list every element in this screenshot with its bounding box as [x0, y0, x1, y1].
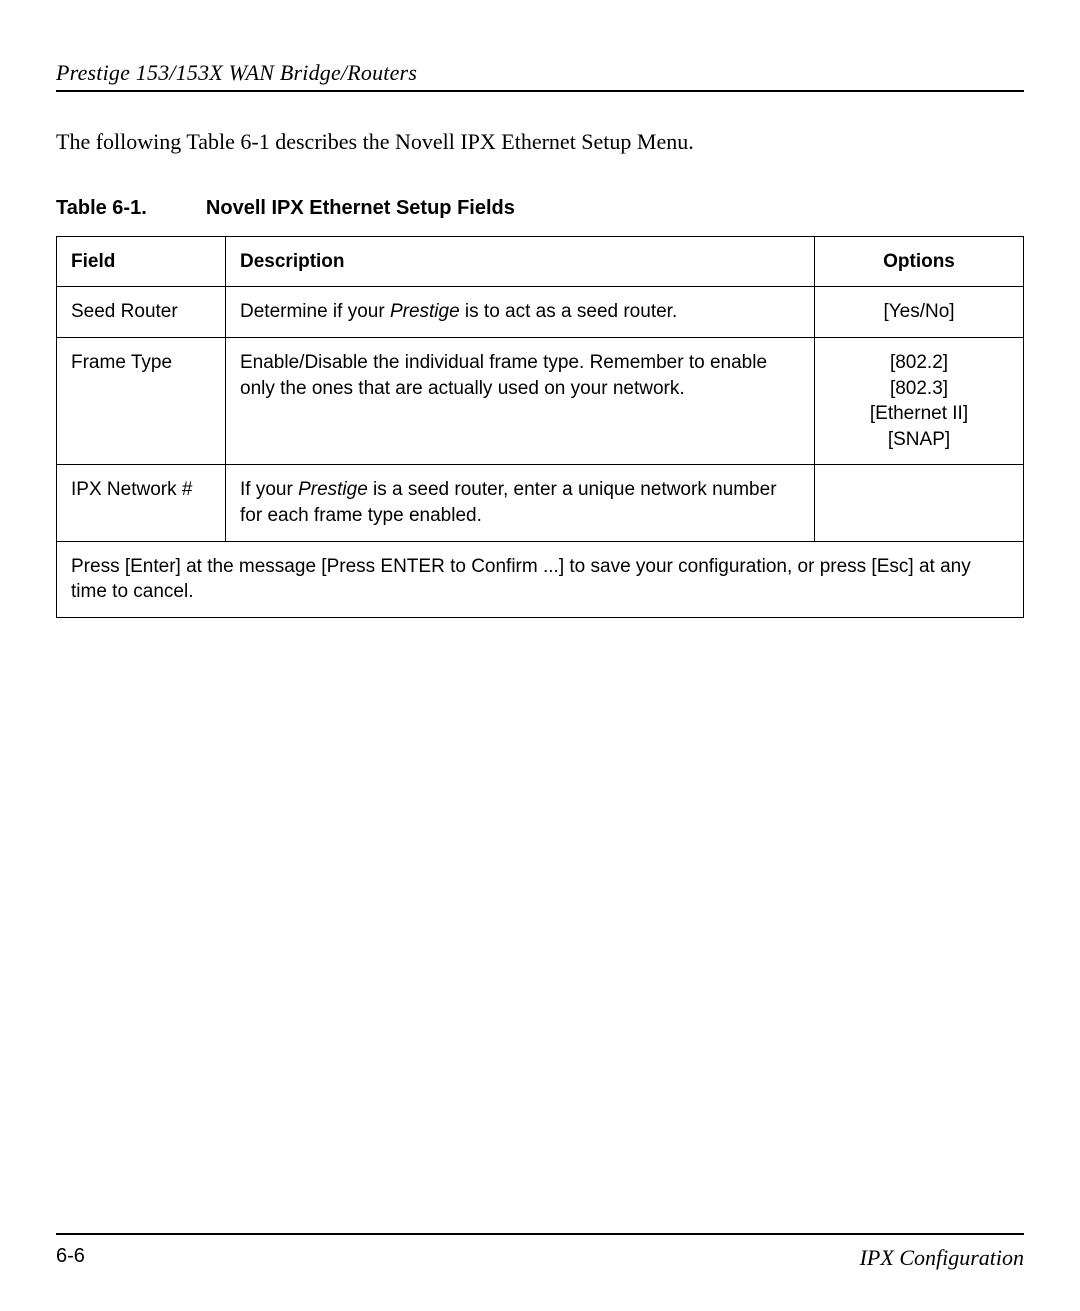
option-value: [SNAP] [829, 427, 1009, 453]
col-options: Options [815, 236, 1024, 287]
cell-description: If your Prestige is a seed router, enter… [226, 465, 815, 541]
desc-text: Enable/Disable the individual frame type… [240, 352, 767, 399]
table-caption-title: Novell IPX Ethernet Setup Fields [206, 197, 515, 219]
desc-italic: Prestige [298, 479, 368, 500]
page: Prestige 153/153X WAN Bridge/Routers The… [0, 0, 1080, 1311]
table-footer-note: Press [Enter] at the message [Press ENTE… [57, 541, 1024, 617]
intro-paragraph: The following Table 6-1 describes the No… [56, 128, 1024, 157]
page-footer: 6-6 IPX Configuration [56, 1233, 1024, 1271]
table-row: IPX Network # If your Prestige is a seed… [57, 465, 1024, 541]
cell-options [815, 465, 1024, 541]
cell-field: Seed Router [57, 287, 226, 338]
col-field: Field [57, 236, 226, 287]
desc-italic: Prestige [390, 301, 460, 322]
footer-rule [56, 1233, 1024, 1235]
table-footer-row: Press [Enter] at the message [Press ENTE… [57, 541, 1024, 617]
desc-text: Determine if your [240, 301, 390, 322]
desc-text: is to act as a seed router. [460, 301, 678, 322]
cell-description: Enable/Disable the individual frame type… [226, 337, 815, 465]
table-header-row: Field Description Options [57, 236, 1024, 287]
option-value: [Yes/No] [829, 299, 1009, 325]
option-value: [802.3] [829, 376, 1009, 402]
fields-table: Field Description Options Seed Router De… [56, 236, 1024, 618]
option-value: [Ethernet II] [829, 401, 1009, 427]
table-caption-number: Table 6-1. [56, 197, 147, 219]
table-row: Seed Router Determine if your Prestige i… [57, 287, 1024, 338]
page-number: 6-6 [56, 1245, 85, 1271]
cell-description: Determine if your Prestige is to act as … [226, 287, 815, 338]
cell-options: [Yes/No] [815, 287, 1024, 338]
cell-field: IPX Network # [57, 465, 226, 541]
option-value: [802.2] [829, 350, 1009, 376]
section-title: IPX Configuration [860, 1245, 1024, 1271]
cell-options: [802.2] [802.3] [Ethernet II] [SNAP] [815, 337, 1024, 465]
running-header: Prestige 153/153X WAN Bridge/Routers [56, 60, 1024, 92]
cell-field: Frame Type [57, 337, 226, 465]
table-caption: Table 6-1. Novell IPX Ethernet Setup Fie… [56, 197, 1024, 220]
col-description: Description [226, 236, 815, 287]
table-row: Frame Type Enable/Disable the individual… [57, 337, 1024, 465]
desc-text: If your [240, 479, 298, 500]
